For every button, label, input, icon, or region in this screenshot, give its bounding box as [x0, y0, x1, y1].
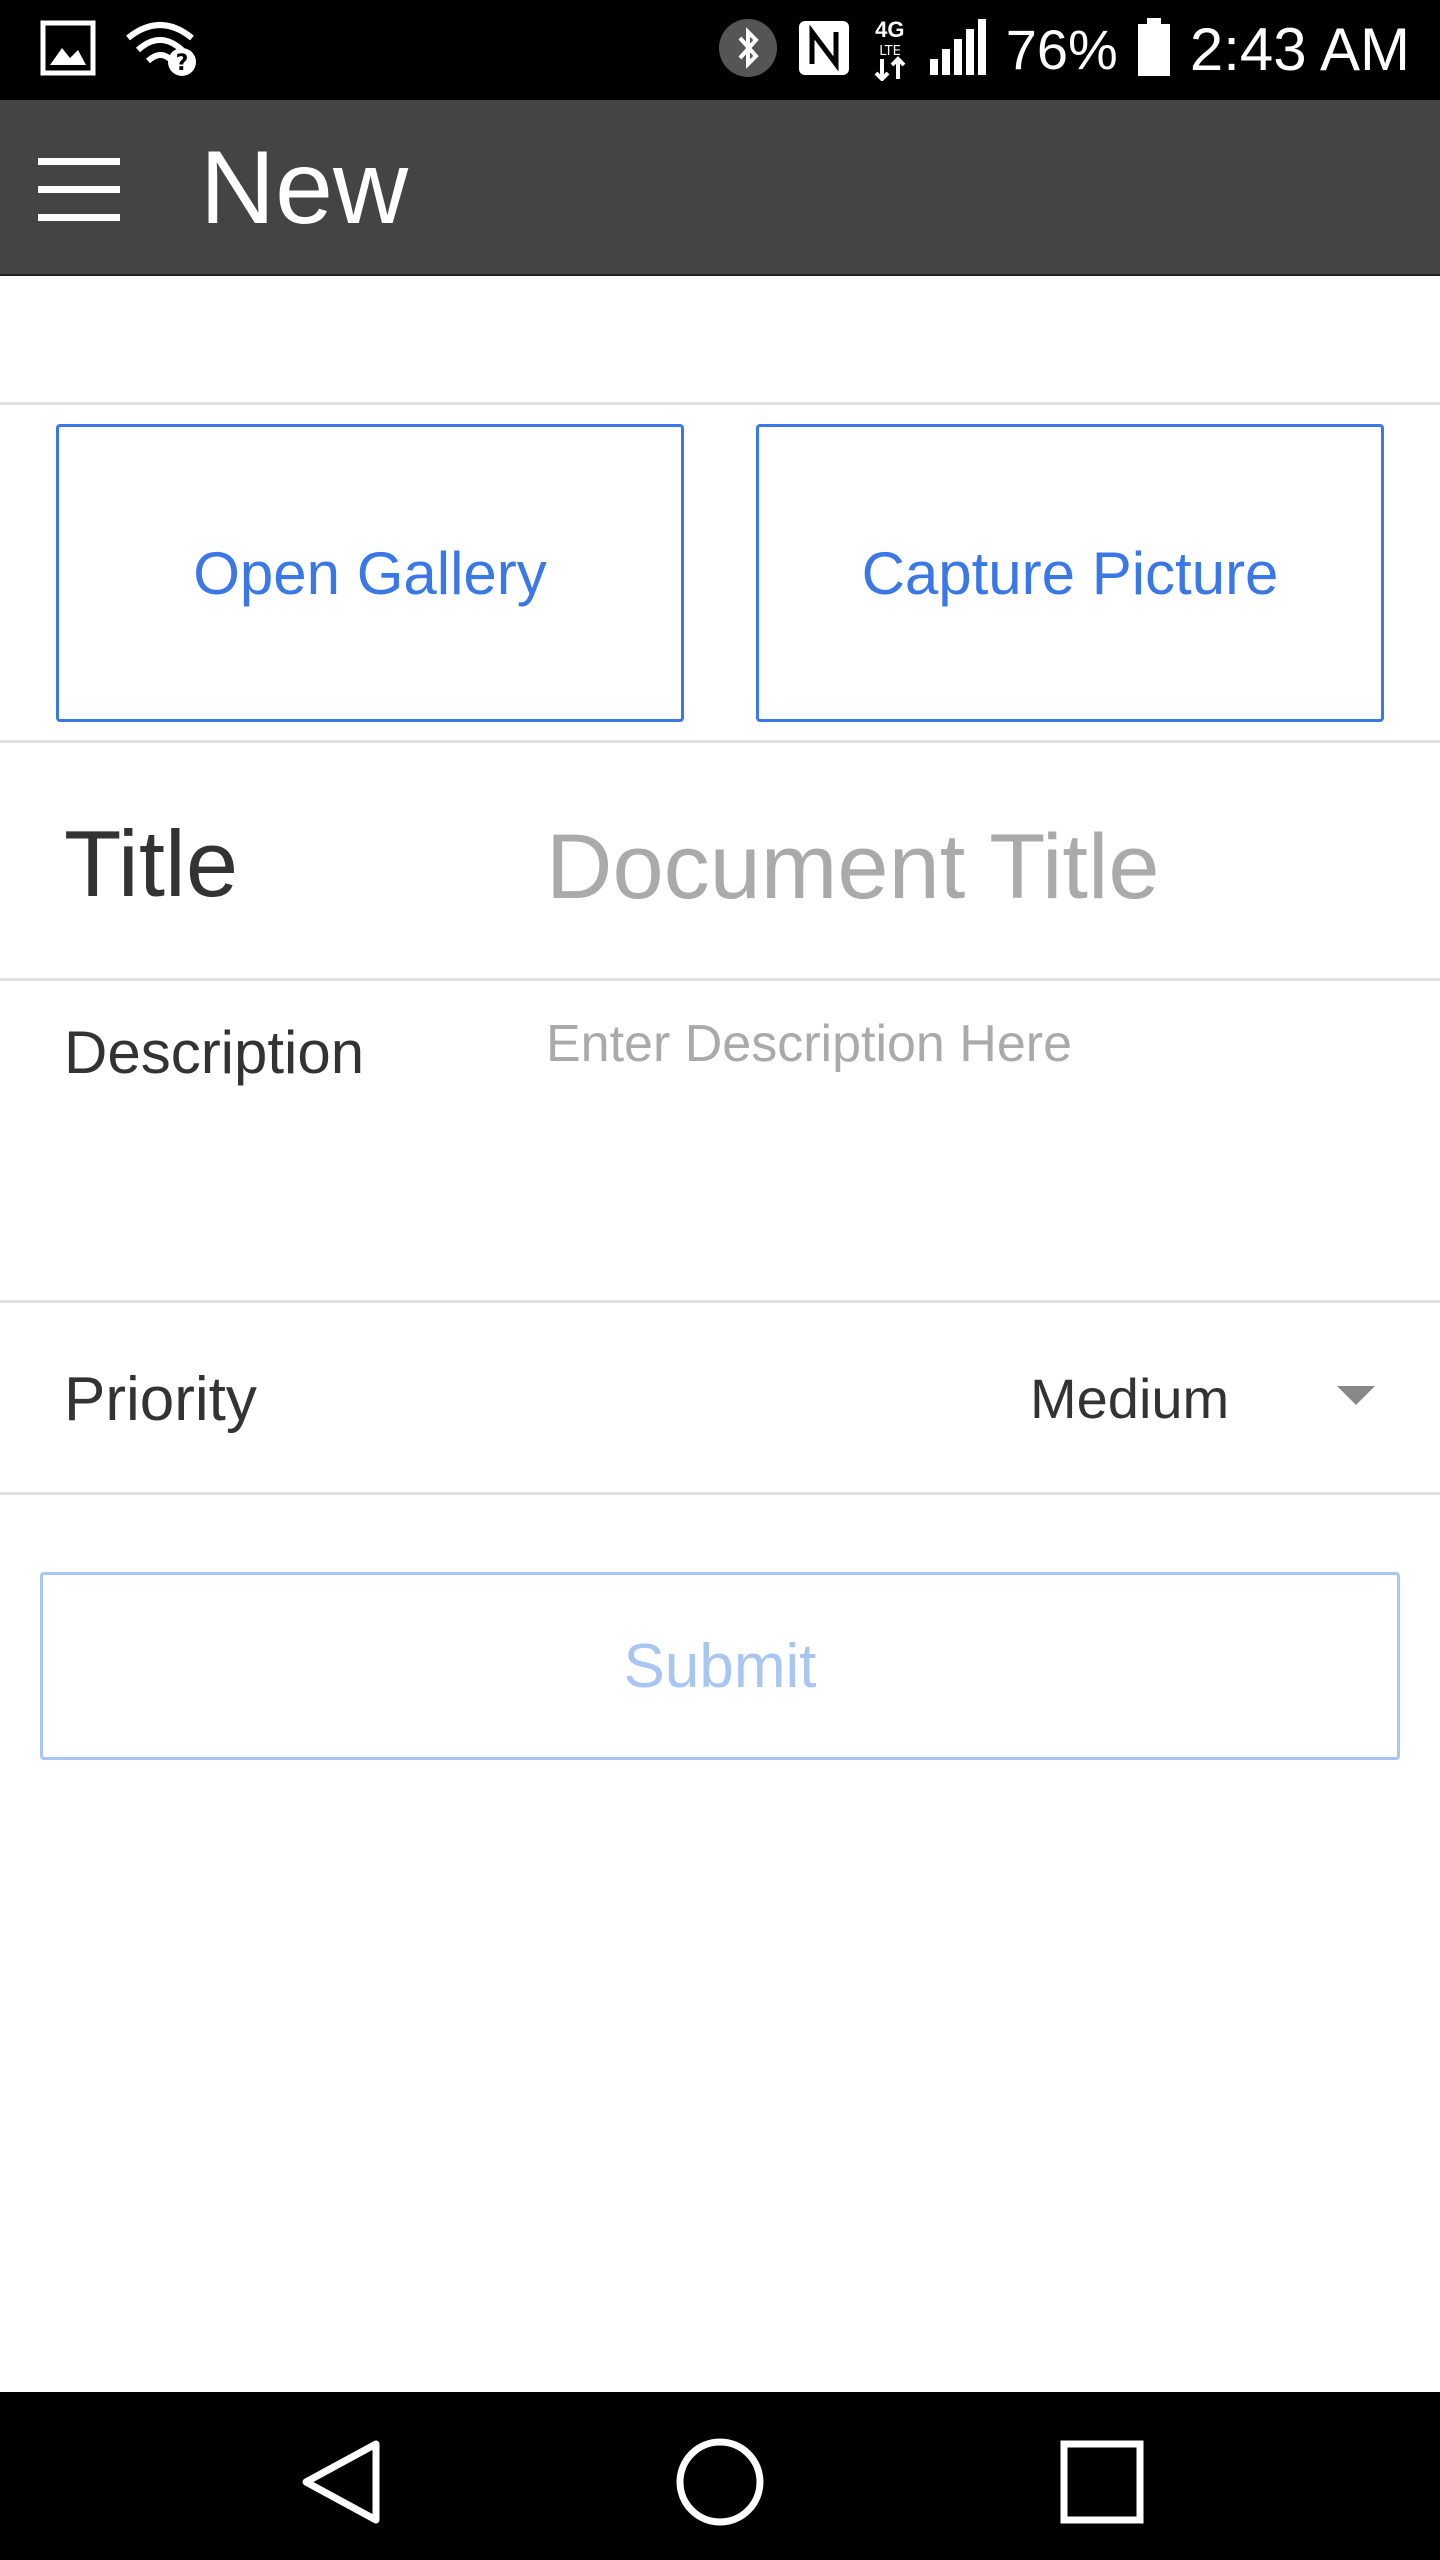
nfc-icon	[796, 18, 852, 83]
submit-label: Submit	[623, 1631, 817, 1701]
description-input[interactable]: Enter Description Here	[546, 1014, 1072, 1074]
clock: 2:43 AM	[1189, 16, 1410, 83]
bluetooth-icon	[718, 18, 778, 83]
title-input[interactable]: Document Title	[546, 815, 1160, 920]
battery-percent: 76%	[1005, 18, 1118, 81]
priority-value: Medium	[1030, 1367, 1230, 1430]
open-gallery-label: Open Gallery	[193, 539, 547, 607]
app-bar: New	[0, 100, 1440, 276]
back-icon[interactable]	[292, 2432, 392, 2532]
chevron-down-icon	[1337, 1386, 1375, 1405]
battery-icon	[1136, 17, 1172, 83]
capture-picture-button[interactable]: Capture Picture	[756, 424, 1384, 722]
image-icon	[40, 20, 96, 81]
capture-picture-label: Capture Picture	[861, 539, 1279, 607]
svg-text:?: ?	[176, 51, 189, 76]
signal-icon	[928, 18, 988, 82]
priority-label: Priority	[64, 1365, 257, 1434]
status-bar: ? 4G LTE 76% 2:43 AM	[0, 0, 1440, 100]
divider	[0, 978, 1440, 981]
divider	[0, 1492, 1440, 1495]
hamburger-menu-icon[interactable]	[38, 158, 120, 221]
network-4g-lte-icon: 4G LTE	[870, 19, 910, 81]
submit-button[interactable]: Submit	[40, 1572, 1400, 1760]
divider	[0, 402, 1440, 405]
title-label: Title	[64, 811, 239, 916]
open-gallery-button[interactable]: Open Gallery	[56, 424, 684, 722]
divider	[0, 1300, 1440, 1303]
home-icon[interactable]	[670, 2432, 770, 2532]
navigation-bar	[0, 2392, 1440, 2560]
page-title: New	[200, 130, 409, 246]
recents-icon[interactable]	[1052, 2432, 1152, 2532]
description-label: Description	[64, 1019, 365, 1086]
divider	[0, 740, 1440, 743]
wifi-question-icon: ?	[124, 18, 200, 83]
priority-select[interactable]: Medium	[1000, 1340, 1400, 1450]
network-label: 4G	[875, 17, 905, 42]
